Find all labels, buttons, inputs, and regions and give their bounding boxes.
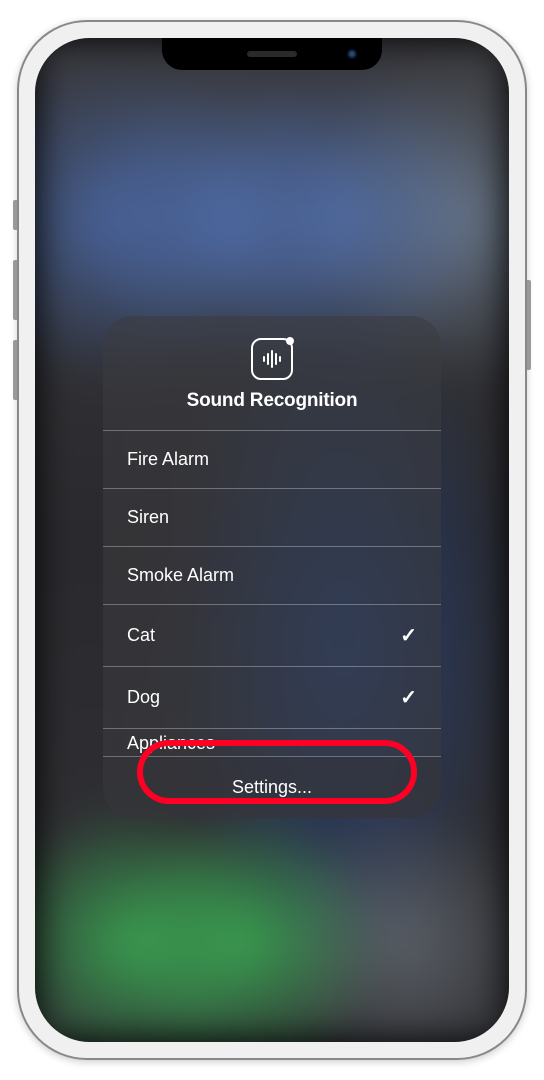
list-item-label: Fire Alarm xyxy=(127,449,209,470)
list-item[interactable]: Fire Alarm xyxy=(103,430,441,488)
list-item-label: Appliances xyxy=(127,733,215,753)
settings-button[interactable]: Settings... xyxy=(103,756,441,818)
settings-label: Settings... xyxy=(232,777,312,797)
checkmark-icon: ✓ xyxy=(400,685,417,710)
list-item-label: Siren xyxy=(127,507,169,528)
speaker-grille xyxy=(247,51,297,57)
notch xyxy=(162,38,382,70)
panel-title: Sound Recognition xyxy=(103,390,441,412)
sounds-list[interactable]: Fire Alarm Siren Smoke Alarm Cat ✓ Dog ✓ xyxy=(103,430,441,728)
list-item-label: Smoke Alarm xyxy=(127,565,234,586)
list-item[interactable]: Smoke Alarm xyxy=(103,546,441,604)
iphone-frame: Sound Recognition Fire Alarm Siren Smoke A… xyxy=(17,20,527,1060)
list-item-label: Dog xyxy=(127,687,160,708)
list-item[interactable]: Siren xyxy=(103,488,441,546)
sound-recognition-icon xyxy=(251,338,293,380)
sound-recognition-panel: Sound Recognition Fire Alarm Siren Smoke A… xyxy=(103,316,441,818)
list-item[interactable]: Cat ✓ xyxy=(103,604,441,666)
list-item-partial[interactable]: Appliances xyxy=(103,728,441,756)
list-item[interactable]: Dog ✓ xyxy=(103,666,441,728)
screen: Sound Recognition Fire Alarm Siren Smoke A… xyxy=(35,38,509,1042)
panel-header: Sound Recognition xyxy=(103,316,441,430)
checkmark-icon: ✓ xyxy=(400,623,417,648)
front-camera xyxy=(347,49,357,59)
list-item-label: Cat xyxy=(127,625,155,646)
